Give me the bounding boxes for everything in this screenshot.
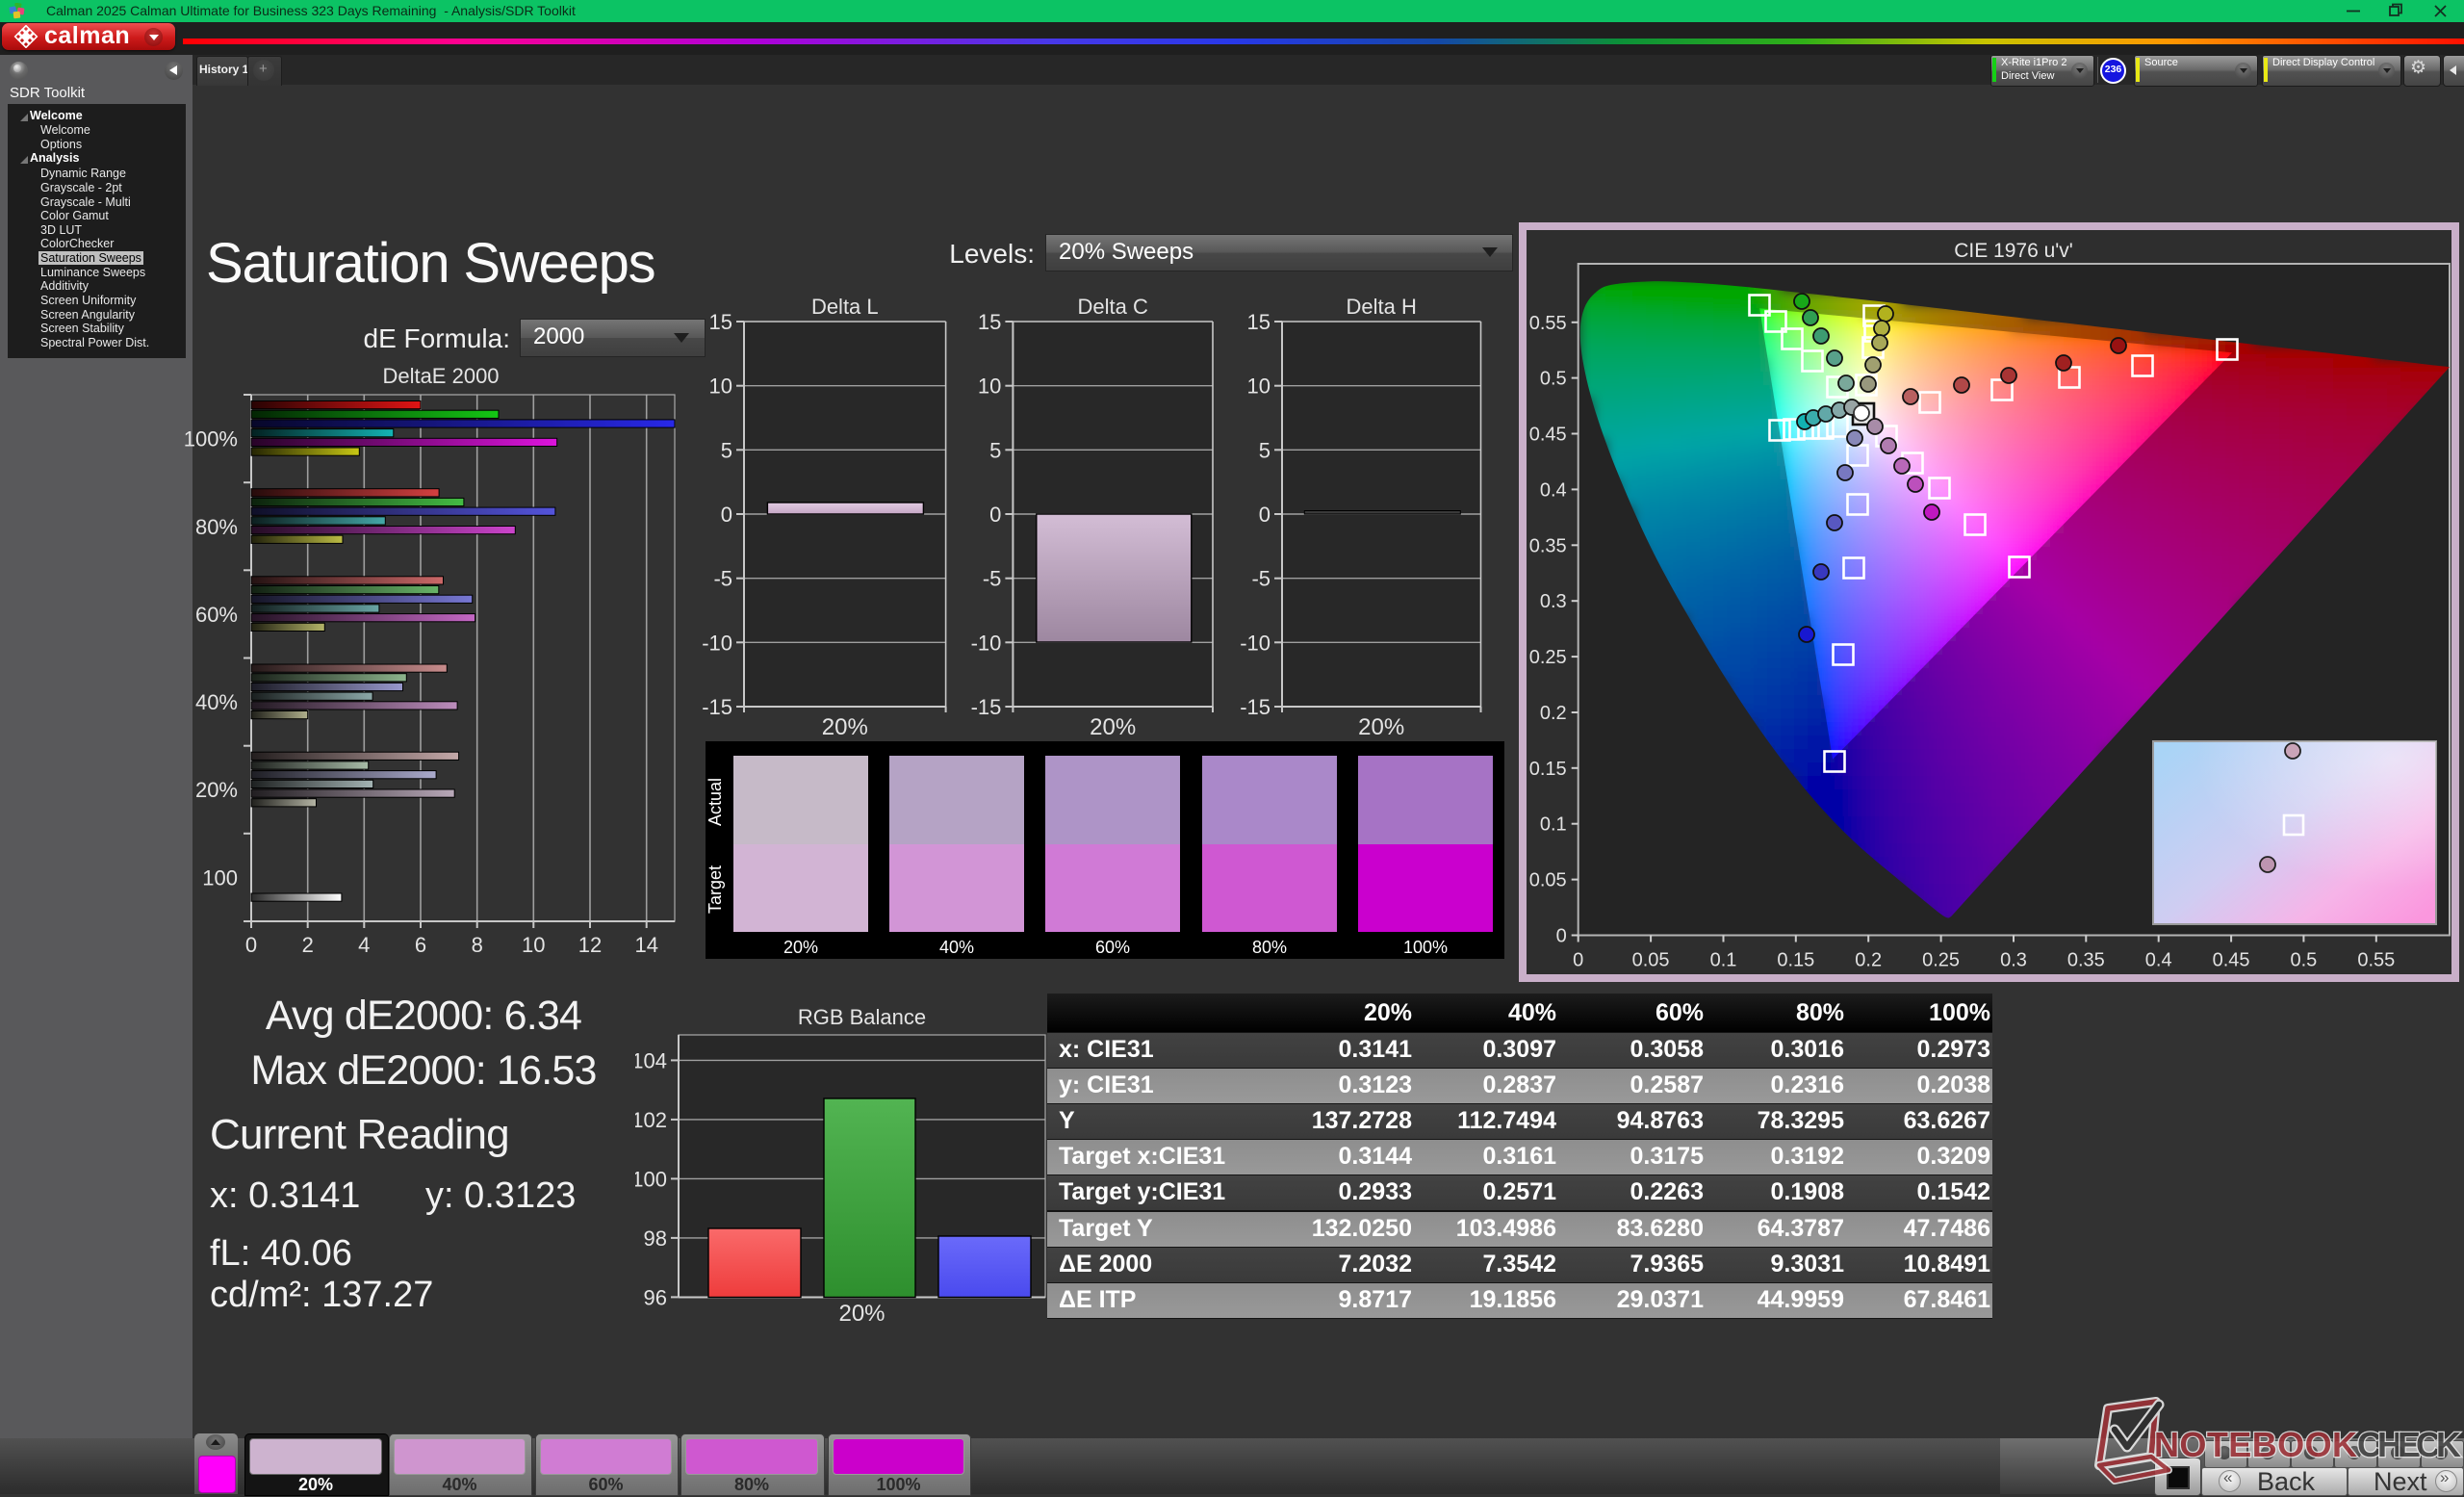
svg-text:0.5: 0.5 bbox=[1540, 369, 1567, 390]
svg-text:0.5: 0.5 bbox=[2290, 950, 2317, 971]
svg-text:0.1: 0.1 bbox=[1710, 950, 1737, 971]
svg-text:-10: -10 bbox=[702, 631, 732, 655]
svg-text:0.2: 0.2 bbox=[1540, 703, 1567, 724]
svg-text:2: 2 bbox=[302, 933, 314, 957]
svg-text:0.1: 0.1 bbox=[1540, 814, 1567, 836]
svg-text:0: 0 bbox=[245, 933, 257, 957]
svg-text:-5: -5 bbox=[1251, 567, 1270, 591]
svg-text:10: 10 bbox=[709, 374, 732, 399]
svg-text:15: 15 bbox=[1247, 310, 1270, 334]
svg-text:0: 0 bbox=[1556, 926, 1567, 947]
svg-text:DeltaE 2000: DeltaE 2000 bbox=[382, 364, 499, 388]
svg-text:100: 100 bbox=[202, 865, 238, 890]
svg-text:0.35: 0.35 bbox=[1529, 535, 1567, 556]
svg-text:0.2: 0.2 bbox=[1855, 950, 1882, 971]
svg-text:0.25: 0.25 bbox=[1922, 950, 1960, 971]
svg-text:4: 4 bbox=[358, 933, 370, 957]
svg-text:96: 96 bbox=[644, 1285, 667, 1309]
svg-text:RGB Balance: RGB Balance bbox=[798, 1005, 926, 1029]
svg-text:0.45: 0.45 bbox=[1529, 425, 1567, 446]
svg-text:100: 100 bbox=[635, 1167, 667, 1191]
svg-text:8: 8 bbox=[472, 933, 483, 957]
svg-text:0: 0 bbox=[1259, 503, 1270, 527]
svg-text:-5: -5 bbox=[713, 567, 732, 591]
svg-text:CHECK: CHECK bbox=[2357, 1425, 2461, 1464]
svg-text:-15: -15 bbox=[971, 695, 1002, 719]
svg-text:-15: -15 bbox=[1240, 695, 1270, 719]
svg-text:-15: -15 bbox=[702, 695, 732, 719]
svg-text:0.4: 0.4 bbox=[1540, 479, 1567, 501]
svg-text:20%: 20% bbox=[1358, 714, 1404, 740]
svg-text:20%: 20% bbox=[1090, 714, 1136, 740]
svg-text:-5: -5 bbox=[983, 567, 1002, 591]
svg-text:15: 15 bbox=[978, 310, 1001, 334]
svg-text:0.3: 0.3 bbox=[1540, 591, 1567, 612]
svg-text:100%: 100% bbox=[184, 427, 238, 452]
svg-text:20%: 20% bbox=[838, 1301, 885, 1327]
svg-text:-10: -10 bbox=[1240, 631, 1270, 655]
svg-text:0.3: 0.3 bbox=[2000, 950, 2027, 971]
svg-text:NOTEBOOK: NOTEBOOK bbox=[2154, 1425, 2357, 1464]
svg-text:0.25: 0.25 bbox=[1529, 647, 1567, 668]
svg-text:20%: 20% bbox=[822, 714, 868, 740]
svg-text:10: 10 bbox=[978, 374, 1001, 399]
svg-text:-10: -10 bbox=[971, 631, 1002, 655]
svg-text:0: 0 bbox=[721, 503, 732, 527]
svg-text:15: 15 bbox=[709, 310, 732, 334]
svg-text:0.15: 0.15 bbox=[1777, 950, 1814, 971]
svg-text:0.15: 0.15 bbox=[1529, 759, 1567, 780]
svg-text:80%: 80% bbox=[195, 515, 238, 539]
svg-text:5: 5 bbox=[721, 438, 732, 462]
svg-text:0.55: 0.55 bbox=[2357, 950, 2395, 971]
svg-text:Delta C: Delta C bbox=[1078, 295, 1148, 319]
svg-text:0.4: 0.4 bbox=[2145, 950, 2172, 971]
svg-text:12: 12 bbox=[578, 933, 602, 957]
svg-text:20%: 20% bbox=[195, 778, 238, 802]
svg-text:10: 10 bbox=[1247, 374, 1270, 399]
svg-text:Delta H: Delta H bbox=[1347, 295, 1417, 319]
svg-text:104: 104 bbox=[635, 1048, 667, 1072]
svg-text:5: 5 bbox=[1259, 438, 1270, 462]
svg-text:0: 0 bbox=[1573, 950, 1583, 971]
svg-text:0.55: 0.55 bbox=[1529, 313, 1567, 334]
svg-text:40%: 40% bbox=[195, 690, 238, 714]
svg-text:14: 14 bbox=[634, 933, 657, 957]
svg-text:Delta L: Delta L bbox=[811, 295, 879, 319]
svg-text:CIE 1976 u'v': CIE 1976 u'v' bbox=[1954, 240, 2073, 262]
svg-text:0.05: 0.05 bbox=[1529, 870, 1567, 891]
svg-text:5: 5 bbox=[989, 438, 1001, 462]
svg-text:6: 6 bbox=[415, 933, 426, 957]
svg-text:0.45: 0.45 bbox=[2213, 950, 2250, 971]
svg-text:0.05: 0.05 bbox=[1632, 950, 1670, 971]
svg-text:0: 0 bbox=[989, 503, 1001, 527]
svg-text:102: 102 bbox=[635, 1108, 667, 1132]
svg-text:10: 10 bbox=[522, 933, 545, 957]
svg-text:60%: 60% bbox=[195, 603, 238, 627]
svg-text:0.35: 0.35 bbox=[2067, 950, 2105, 971]
svg-text:98: 98 bbox=[644, 1226, 667, 1251]
